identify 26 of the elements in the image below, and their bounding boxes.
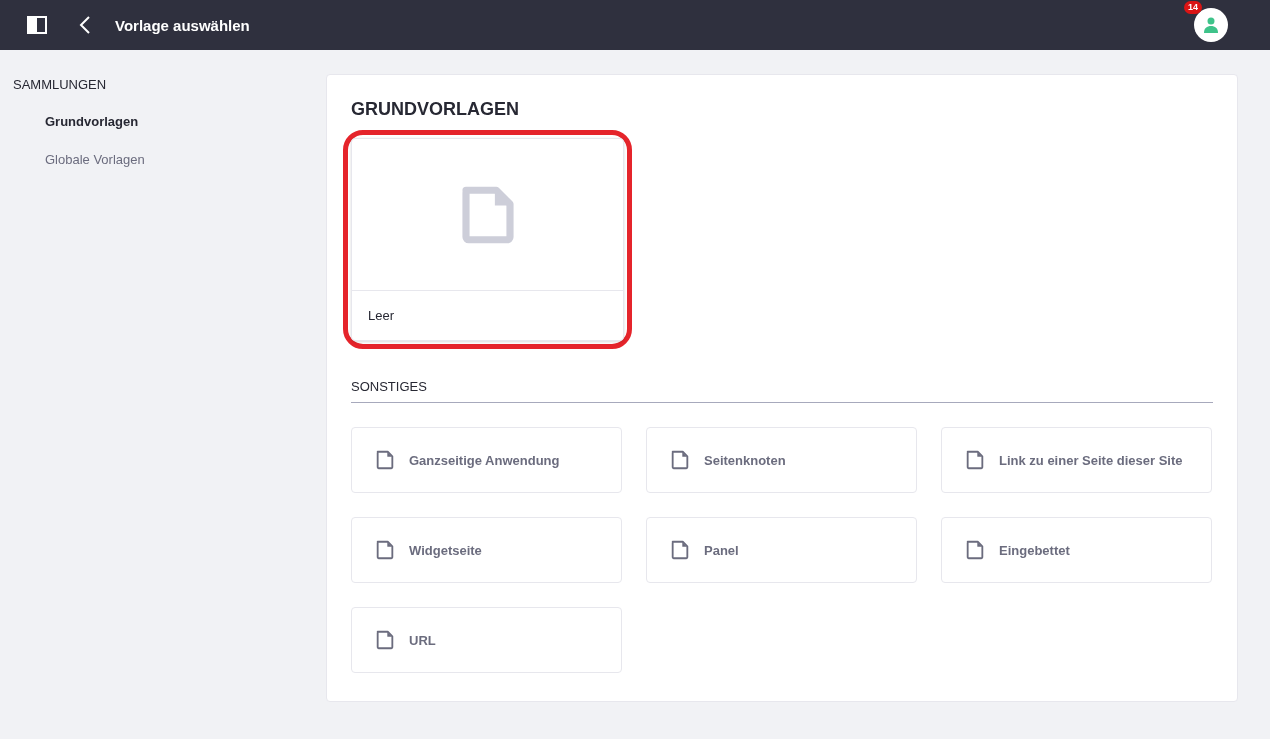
notification-badge: 14 bbox=[1184, 1, 1202, 14]
page-icon bbox=[374, 449, 396, 471]
user-avatar[interactable] bbox=[1194, 8, 1228, 42]
template-option[interactable]: Link zu einer Seite dieser Site bbox=[941, 427, 1212, 493]
page-icon bbox=[669, 449, 691, 471]
page-icon bbox=[374, 629, 396, 651]
sidebar-heading: SAMMLUNGEN bbox=[13, 77, 108, 92]
template-option[interactable]: URL bbox=[351, 607, 622, 673]
template-option[interactable]: Ganzseitige Anwendung bbox=[351, 427, 622, 493]
template-option[interactable]: Panel bbox=[646, 517, 917, 583]
sidebar-item[interactable]: Grundvorlagen bbox=[45, 114, 139, 129]
sidebar-item[interactable]: Globale Vorlagen bbox=[45, 152, 145, 167]
section-heading: SONSTIGES bbox=[351, 379, 1213, 403]
template-option[interactable]: Eingebettet bbox=[941, 517, 1212, 583]
template-option[interactable]: Seitenknoten bbox=[646, 427, 917, 493]
page-title: Vorlage auswählen bbox=[115, 16, 250, 34]
back-icon[interactable] bbox=[79, 15, 91, 35]
template-option[interactable]: Widgetseite bbox=[351, 517, 622, 583]
page-icon bbox=[964, 449, 986, 471]
template-card[interactable]: Leer bbox=[351, 138, 624, 341]
page-icon bbox=[669, 539, 691, 561]
user-icon bbox=[1204, 17, 1218, 33]
section-title: GRUNDVORLAGEN bbox=[351, 99, 519, 120]
page-icon bbox=[964, 539, 986, 561]
page-icon bbox=[374, 539, 396, 561]
sidebar-toggle-icon[interactable] bbox=[27, 16, 47, 34]
